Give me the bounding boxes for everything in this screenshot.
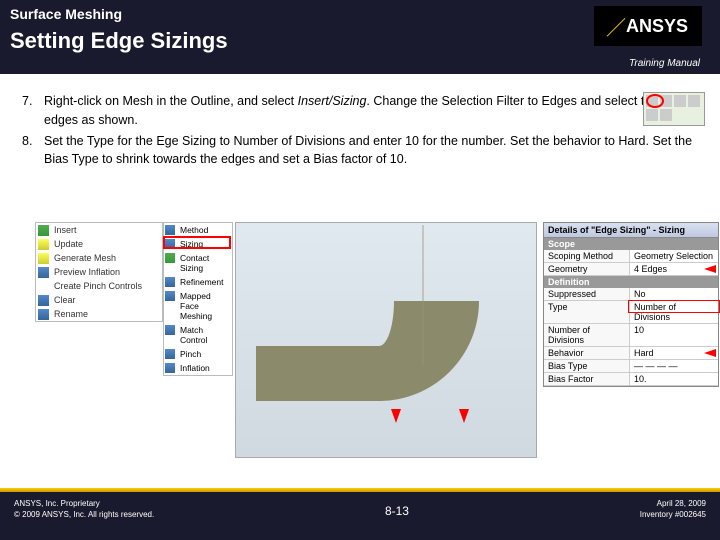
details-row: Scoping Method Geometry Selection <box>544 250 718 263</box>
pipe-edge <box>422 225 424 365</box>
details-row: Bias Factor 10. <box>544 373 718 386</box>
submenu-item[interactable]: Mapped Face Meshing <box>164 289 232 323</box>
step-number: 7. <box>22 92 44 130</box>
submenu-item[interactable]: Inflation <box>164 361 232 375</box>
submenu-item[interactable]: Contact Sizing <box>164 251 232 275</box>
details-row: Number of Divisions 10 <box>544 324 718 347</box>
step-7: 7. Right-click on Mesh in the Outline, a… <box>22 92 698 130</box>
footer-right: April 28, 2009 Inventory #002645 <box>640 498 706 520</box>
filter-icon <box>646 109 658 121</box>
pinch-icon <box>165 349 175 359</box>
highlight-circle <box>646 94 664 108</box>
step-text: Right-click on Mesh in the Outline, and … <box>44 92 698 130</box>
mapped-icon <box>165 291 175 301</box>
section-scope: Scope <box>544 238 718 250</box>
page-number: 8-13 <box>385 498 409 520</box>
match-icon <box>165 325 175 335</box>
submenu-item[interactable]: Method <box>164 223 232 237</box>
toolbar-screenshot <box>643 92 705 126</box>
inflation-icon <box>165 363 175 373</box>
slide-header: Surface Meshing Setting Edge Sizings ／ A… <box>0 0 720 74</box>
step-8: 8. Set the Type for the Ege Sizing to Nu… <box>22 132 698 170</box>
logo-swoosh-icon: ／ <box>606 12 626 41</box>
arrow-indicator <box>391 409 401 423</box>
highlight-box <box>163 236 231 249</box>
submenu-item[interactable]: Refinement <box>164 275 232 289</box>
menu-item[interactable]: Clear <box>36 293 162 307</box>
footer-left: ANSYS, Inc. Proprietary © 2009 ANSYS, In… <box>14 498 154 520</box>
menu-item[interactable]: Insert <box>36 223 162 237</box>
generate-icon <box>38 253 49 264</box>
details-row: Geometry 4 Edges <box>544 263 718 276</box>
submenu-item[interactable]: Pinch <box>164 347 232 361</box>
details-row: Type Number of Divisions <box>544 301 718 324</box>
method-icon <box>165 225 175 235</box>
preview-icon <box>38 267 49 278</box>
step-number: 8. <box>22 132 44 170</box>
menu-item[interactable]: Update <box>36 237 162 251</box>
filter-icon <box>688 95 700 107</box>
context-menu: Insert Update Generate Mesh Preview Infl… <box>35 222 163 322</box>
training-manual-label: Training Manual <box>629 58 700 69</box>
contact-icon <box>165 253 175 263</box>
refinement-icon <box>165 277 175 287</box>
content-area: 7. Right-click on Mesh in the Outline, a… <box>0 74 720 169</box>
logo-text: ANSYS <box>626 16 688 37</box>
ansys-logo: ／ ANSYS <box>594 6 702 46</box>
submenu-item[interactable]: Match Control <box>164 323 232 347</box>
arrow-indicator <box>704 349 716 357</box>
insert-submenu: Method Sizing Contact Sizing Refinement … <box>163 222 233 376</box>
menu-item[interactable]: Generate Mesh <box>36 251 162 265</box>
details-header: Details of "Edge Sizing" - Sizing <box>544 223 718 238</box>
clear-icon <box>38 295 49 306</box>
details-panel: Details of "Edge Sizing" - Sizing Scope … <box>543 222 719 387</box>
step-text: Set the Type for the Ege Sizing to Numbe… <box>44 132 698 170</box>
geometry-viewport[interactable] <box>235 222 537 458</box>
menu-item[interactable]: Rename <box>36 307 162 321</box>
details-row: Behavior Hard <box>544 347 718 360</box>
figures-area: Insert Update Generate Mesh Preview Infl… <box>15 222 705 467</box>
pipe-bend <box>256 301 479 401</box>
section-definition: Definition <box>544 276 718 288</box>
slide-footer: ANSYS, Inc. Proprietary © 2009 ANSYS, In… <box>0 488 720 540</box>
update-icon <box>38 239 49 250</box>
menu-item[interactable]: Create Pinch Controls <box>36 279 162 293</box>
filter-icon <box>660 109 672 121</box>
filter-icon <box>674 95 686 107</box>
insert-icon <box>38 225 49 236</box>
arrow-indicator <box>704 265 716 273</box>
rename-icon <box>38 309 49 320</box>
details-row: Bias Type — — — — <box>544 360 718 373</box>
menu-item[interactable]: Preview Inflation <box>36 265 162 279</box>
highlight-box <box>628 300 720 313</box>
arrow-indicator <box>459 409 469 423</box>
submenu-item[interactable]: Sizing <box>164 237 232 251</box>
